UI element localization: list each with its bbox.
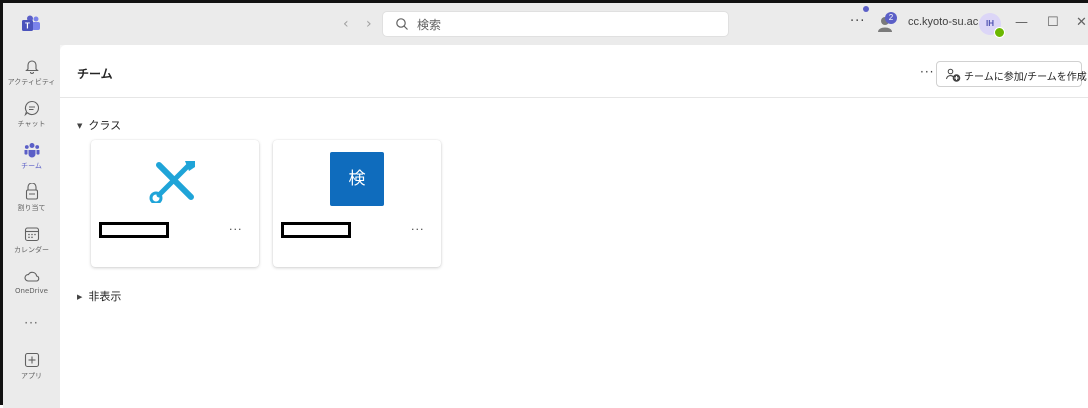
teams-logo-icon: T	[22, 15, 40, 31]
minimize-button[interactable]: —	[1015, 15, 1028, 31]
chevron-down-icon: ▼	[77, 122, 83, 130]
rail-item-label: OneDrive	[15, 287, 48, 295]
team-name-redacted	[281, 222, 351, 238]
back-button[interactable]: ‹	[343, 15, 349, 33]
card-more-button[interactable]: ···	[229, 223, 243, 236]
rail-item-calendar[interactable]: カレンダー	[3, 225, 60, 267]
team-card[interactable]: 検 ···	[273, 140, 441, 267]
bell-icon	[24, 60, 39, 74]
rail-item-label: チーム	[21, 162, 42, 170]
join-button-label: チームに参加/チームを作成	[964, 72, 1087, 83]
org-name[interactable]: cc.kyoto-su.ac.jp	[908, 16, 990, 28]
cloud-icon	[23, 271, 39, 282]
assignments-icon	[25, 183, 38, 200]
team-name-redacted	[99, 222, 169, 238]
rail-item-onedrive[interactable]: OneDrive	[3, 267, 60, 309]
page-header: チーム ··· チームに参加/チームを作成	[60, 45, 1088, 98]
rail-item-label: アプリ	[21, 372, 42, 380]
rail-item-apps[interactable]: アプリ	[3, 351, 60, 393]
people-add-icon	[946, 68, 961, 82]
svg-text:T: T	[25, 22, 30, 31]
section-classes[interactable]: ▼ クラス	[77, 117, 121, 133]
header-more-button[interactable]: ···	[920, 65, 934, 79]
card-more-button[interactable]: ···	[411, 223, 425, 236]
maximize-button[interactable]: ☐	[1047, 15, 1059, 31]
rail-item-label: 割り当て	[17, 204, 46, 212]
activity-dot	[863, 6, 869, 12]
app-rail: アクティビティ チャット チーム 割り当て カレンダー OneDrive ···…	[3, 45, 60, 408]
teams-window: T ‹ › 検索 ··· 2 cc.kyoto-su.ac.jp IH — ☐ …	[0, 0, 1088, 408]
forward-button[interactable]: ›	[366, 15, 372, 33]
notification-badge: 2	[885, 12, 897, 24]
titlebar-more-button[interactable]: ···	[850, 14, 865, 29]
team-logo: 検	[330, 152, 384, 206]
teams-icon	[24, 143, 39, 158]
page-title: チーム	[77, 67, 113, 81]
rail-item-teams[interactable]: チーム	[3, 141, 60, 183]
presence-indicator	[994, 27, 1005, 38]
search-placeholder: 検索	[417, 18, 442, 32]
calendar-icon	[24, 227, 39, 242]
search-icon	[396, 18, 408, 30]
apps-icon	[24, 352, 39, 368]
chat-icon	[23, 100, 39, 117]
section-hidden-label: 非表示	[88, 290, 122, 303]
section-hidden[interactable]: ▶ 非表示	[77, 288, 121, 304]
team-card[interactable]: ···	[91, 140, 259, 267]
join-or-create-team-button[interactable]: チームに参加/チームを作成	[936, 61, 1087, 87]
rail-item-label: カレンダー	[14, 246, 49, 254]
rail-item-assignments[interactable]: 割り当て	[3, 183, 60, 225]
rail-item-chat[interactable]: チャット	[3, 99, 60, 141]
main-panel: チーム ··· チームに参加/チームを作成 ▼ クラス ··· 検 ··· ▶ …	[60, 45, 1088, 408]
chevron-right-icon: ▶	[77, 293, 83, 301]
rail-item-label: チャット	[17, 120, 46, 128]
search-input[interactable]: 検索	[383, 12, 728, 36]
close-button[interactable]: ✕	[1076, 15, 1087, 31]
title-bar: T ‹ › 検索 ··· 2 cc.kyoto-su.ac.jp IH — ☐ …	[3, 3, 1088, 45]
rail-item-label: アクティビティ	[7, 78, 56, 86]
tools-icon	[149, 161, 195, 203]
rail-more-button[interactable]: ···	[3, 316, 60, 330]
rail-item-activity[interactable]: アクティビティ	[3, 57, 60, 99]
section-classes-label: クラス	[88, 119, 122, 132]
